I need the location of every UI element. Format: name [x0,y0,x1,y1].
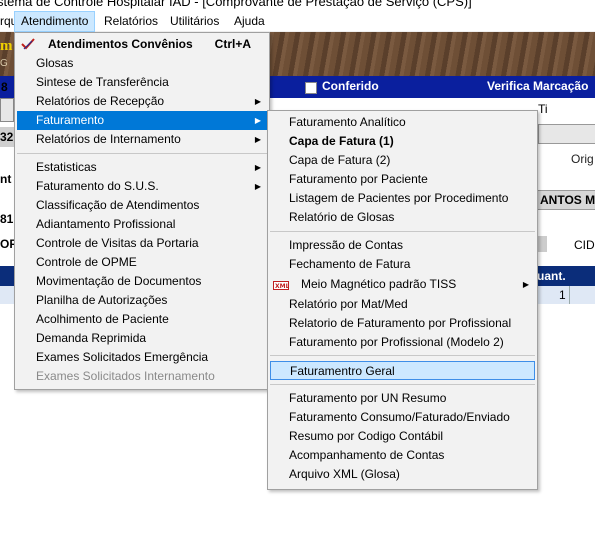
menu-atendimento[interactable]: Atendimento [14,11,96,32]
menu-item-capa-fatura-2[interactable]: Capa de Fatura (2) [270,151,535,170]
left-fragment: 8 [1,80,8,94]
menu-item-controle-opme[interactable]: Controle de OPME [17,253,267,272]
left-fragment: nt [0,172,12,186]
menu-item-sintese-transferencia[interactable]: Sintese de Transferência [17,73,267,92]
menu-utilitarios[interactable]: Utilitários [164,12,225,31]
submenu-arrow-icon: ▶ [522,280,529,289]
checkmark-pen-icon [21,37,35,51]
menu-item-meio-magnetico-tiss[interactable]: XML Meio Magnético padrão TISS ▶ [270,275,535,294]
logo-text: m [0,38,13,54]
menu-item-impressao-contas[interactable]: Impressão de Contas [270,236,535,255]
menu-item-faturamentro-geral[interactable]: Faturamentro Geral [270,361,535,380]
menu-item-faturamento-profissional-modelo2[interactable]: Faturamento por Profissional (Modelo 2) [270,333,535,352]
menu-item-adiantamento-profissional[interactable]: Adiantamento Profissional [17,215,267,234]
menu-item-planilha-autorizacoes[interactable]: Planilha de Autorizações [17,291,267,310]
menu-item-acompanhamento-contas[interactable]: Acompanhamento de Contas [270,446,535,465]
faturamento-submenu: Faturamento Analítico Capa de Fatura (1)… [267,110,538,490]
menu-item-controle-visitas[interactable]: Controle de Visitas da Portaria [17,234,267,253]
menu-relatorios[interactable]: Relatórios [98,12,164,31]
menu-item-arquivo-xml-glosa[interactable]: Arquivo XML (Glosa) [270,465,535,484]
menu-item-resumo-codigo-contabil[interactable]: Resumo por Codigo Contábil [270,427,535,446]
menu-item-faturamento-un-resumo[interactable]: Faturamento por UN Resumo [270,389,535,408]
submenu-arrow-icon: ▶ [254,163,261,172]
submenu-arrow-icon: ▶ [254,97,261,106]
verifica-marcacao-label[interactable]: Verifica Marcação [487,79,588,93]
ti-label: Ti [538,102,548,116]
menu-item-relatorio-matmed[interactable]: Relatório por Mat/Med [270,295,535,314]
menu-item-faturamento-paciente[interactable]: Faturamento por Paciente [270,170,535,189]
menu-ajuda[interactable]: Ajuda [228,12,271,31]
menu-separator [270,355,535,356]
menu-separator [17,153,267,154]
menu-item-relatorios-internamento[interactable]: Relatórios de Internamento ▶ [17,130,267,149]
menu-item-relatorios-recepcao[interactable]: Relatórios de Recepção ▶ [17,92,267,111]
menu-item-atendimentos-convenios[interactable]: Atendimentos Convênios Ctrl+A [17,35,267,54]
menu-bar: Arquivo Atendimento Relatórios Utilitári… [0,11,595,32]
tiss-icon: XML [273,278,290,290]
menu-item-relatorio-faturamento-profissional[interactable]: Relatorio de Faturamento por Profissiona… [270,314,535,333]
left-fragment: 32 [0,130,14,144]
logo-sub: G [0,58,8,69]
menu-item-movimentacao-documentos[interactable]: Movimentação de Documentos [17,272,267,291]
left-fragment: 81 [0,212,14,226]
menu-item-estatisticas[interactable]: Estatisticas ▶ [17,158,267,177]
menu-item-exames-internamento: Exames Solicitados Internamento [36,369,215,383]
menu-item-acolhimento-paciente[interactable]: Acolhimento de Paciente [17,310,267,329]
menu-item-capa-fatura-1[interactable]: Capa de Fatura (1) [270,132,535,151]
menu-item-faturamento-consumo[interactable]: Faturamento Consumo/Faturado/Enviado [270,408,535,427]
quant-header: uant. [537,269,566,283]
menu-item-listagem-pacientes[interactable]: Listagem de Pacientes por Procedimento [270,189,535,208]
atendimento-menu: Atendimentos Convênios Ctrl+A Glosas Sin… [14,32,270,390]
menu-item-faturamento[interactable]: Faturamento ▶ [17,111,267,130]
field-fragment [0,98,14,122]
quant-value: 1 [559,288,566,302]
submenu-arrow-icon: ▶ [254,116,261,125]
procedimentos-header: ANTOS M [537,190,595,210]
input-fragment[interactable] [538,124,595,144]
menu-item-demanda-reprimida[interactable]: Demanda Reprimida [17,329,267,348]
menu-item-glosas[interactable]: Glosas [17,54,267,73]
window-title: stema de Controle Hospitalar IAD - [Comp… [0,0,472,9]
menu-separator [270,231,535,232]
menu-item-faturamento-analitico[interactable]: Faturamento Analítico [270,113,535,132]
orig-label: Orig [571,152,594,166]
svg-text:XML: XML [275,283,289,290]
conferido-checkbox[interactable] [305,82,317,94]
button-fragment[interactable] [537,236,547,252]
menu-item-classificacao-atendimentos[interactable]: Classificação de Atendimentos [17,196,267,215]
conferido-label: Conferido [322,79,379,93]
menu-item-faturamento-sus[interactable]: Faturamento do S.U.S. ▶ [17,177,267,196]
menu-separator [270,384,535,385]
menu-item-fechamento-fatura[interactable]: Fechamento de Fatura [270,255,535,274]
menu-item-exames-emergencia[interactable]: Exames Solicitados Emergência [17,348,267,367]
cid-label: CID [574,238,595,252]
submenu-arrow-icon: ▶ [254,135,261,144]
submenu-arrow-icon: ▶ [254,182,261,191]
menu-item-relatorio-glosas[interactable]: Relatório de Glosas [270,208,535,227]
